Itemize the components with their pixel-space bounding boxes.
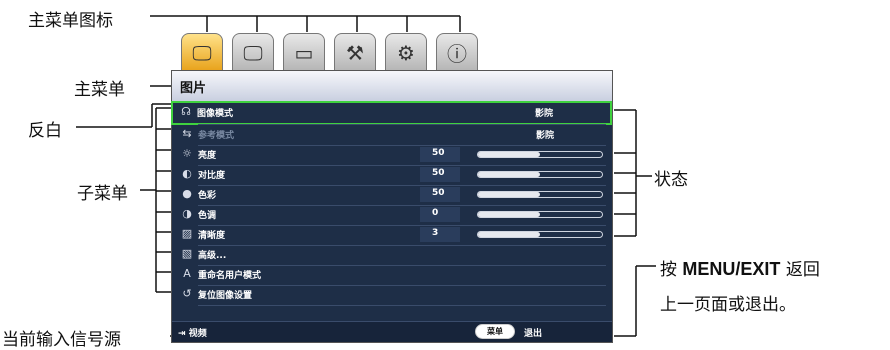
slider[interactable] (477, 211, 603, 218)
menu-row-advanced[interactable]: ▧ 高级... (174, 245, 610, 265)
row-label: 高级... (198, 251, 227, 261)
row-value: 影院 (535, 109, 554, 119)
tab-information[interactable]: ⓘ (436, 33, 478, 71)
row-value: 影院 (536, 131, 555, 141)
slider-fill (478, 192, 540, 197)
main-menu-annotation: 主菜单 (74, 80, 125, 100)
system-setup-advanced-icon: ⚙ (397, 40, 415, 65)
picture-icon: 🖵 (192, 40, 212, 65)
row-number: 3 (432, 228, 439, 238)
row-label: 清晰度 (198, 231, 226, 241)
slider[interactable] (477, 191, 603, 198)
menu-row-reference-mode: ⇆ 参考模式 影院 (174, 125, 610, 145)
reset-picture-icon: ↺ (182, 287, 192, 300)
display-icon: ▭ (294, 40, 314, 65)
brightness-icon: ☼ (182, 147, 192, 160)
tab-display[interactable]: ▭ (283, 33, 325, 71)
slider[interactable] (477, 171, 603, 178)
menu-row-contrast[interactable]: ◐ 对比度 50 (174, 165, 610, 185)
status-bar: ⇥ 视频 菜单 退出 (172, 321, 612, 342)
row-label: 色调 (198, 211, 217, 221)
row-number: 50 (432, 168, 445, 178)
input-source-icon: ⇥ (178, 329, 189, 339)
contrast-icon: ◐ (182, 167, 192, 180)
slider-fill (478, 212, 540, 217)
menu-row-color[interactable]: ● 色彩 50 (174, 185, 610, 205)
advanced-icon: ▧ (181, 247, 193, 260)
highlight-annotation: 反白 (28, 121, 62, 141)
menu-exit-annotation-line2: 上一页面或退出。 (660, 295, 796, 315)
row-number: 50 (432, 148, 445, 158)
current-input-annotation: 当前输入信号源 (2, 330, 121, 350)
slider-fill (478, 152, 540, 157)
row-label: 重命名用户模式 (198, 271, 262, 281)
divider (198, 305, 606, 306)
tab-picture[interactable]: 🖵 (181, 33, 223, 71)
slider-fill (478, 232, 540, 237)
advanced-picture-icon: 🖵 (243, 40, 263, 65)
system-setup-basic-icon: ⚒ (346, 40, 364, 65)
osd-menu: 图片 ☊ 图像模式 影院 ⇆ 参考模式 影院 ☼ 亮度 50 ◐ 对比度 50 … (171, 70, 613, 343)
tab-advanced-picture[interactable]: 🖵 (232, 33, 274, 71)
exit-label: 退出 (524, 329, 543, 339)
information-icon: ⓘ (447, 42, 467, 66)
tint-icon: ◑ (182, 207, 192, 220)
rename-user-mode-icon: A (183, 267, 191, 280)
slider[interactable] (477, 231, 603, 238)
row-label: 图像模式 (197, 109, 234, 119)
color-icon: ● (182, 187, 192, 200)
value-box (420, 227, 460, 242)
sharpness-icon: ▨ (181, 227, 193, 240)
row-label: 复位图像设置 (198, 291, 253, 301)
menu-row-brightness[interactable]: ☼ 亮度 50 (174, 145, 610, 165)
menu-row-sharpness[interactable]: ▨ 清晰度 3 (174, 225, 610, 245)
slider-fill (478, 172, 540, 177)
value-box (420, 207, 460, 222)
menu-exit-annotation: 按 MENU/EXIT 返回 (660, 259, 820, 280)
menu-row-reset-picture[interactable]: ↺ 复位图像设置 (174, 285, 610, 305)
row-label: 参考模式 (198, 131, 235, 141)
menu-title-bar: 图片 (172, 71, 612, 102)
row-number: 50 (432, 188, 445, 198)
submenu-annotation: 子菜单 (77, 184, 128, 204)
row-number: 0 (432, 208, 439, 218)
status-annotation: 状态 (654, 170, 688, 190)
menu-title: 图片 (180, 81, 207, 96)
menu-button[interactable]: 菜单 (475, 324, 515, 339)
slider[interactable] (477, 151, 603, 158)
row-label: 亮度 (198, 151, 217, 161)
tab-system-setup-advanced[interactable]: ⚙ (385, 33, 427, 71)
menu-row-picture-mode[interactable]: ☊ 图像模式 影院 (171, 101, 612, 125)
tab-system-setup-basic[interactable]: ⚒ (334, 33, 376, 71)
menu-row-rename-user-mode[interactable]: A 重命名用户模式 (174, 265, 610, 285)
row-label: 色彩 (198, 191, 217, 201)
row-label: 对比度 (198, 171, 226, 181)
menu-row-tint[interactable]: ◑ 色调 0 (174, 205, 610, 225)
main-menu-icon-annotation: 主菜单图标 (28, 11, 113, 31)
reference-mode-icon: ⇆ (182, 127, 192, 140)
picture-mode-icon: ☊ (181, 105, 191, 118)
current-source: ⇥ 视频 (178, 329, 207, 339)
